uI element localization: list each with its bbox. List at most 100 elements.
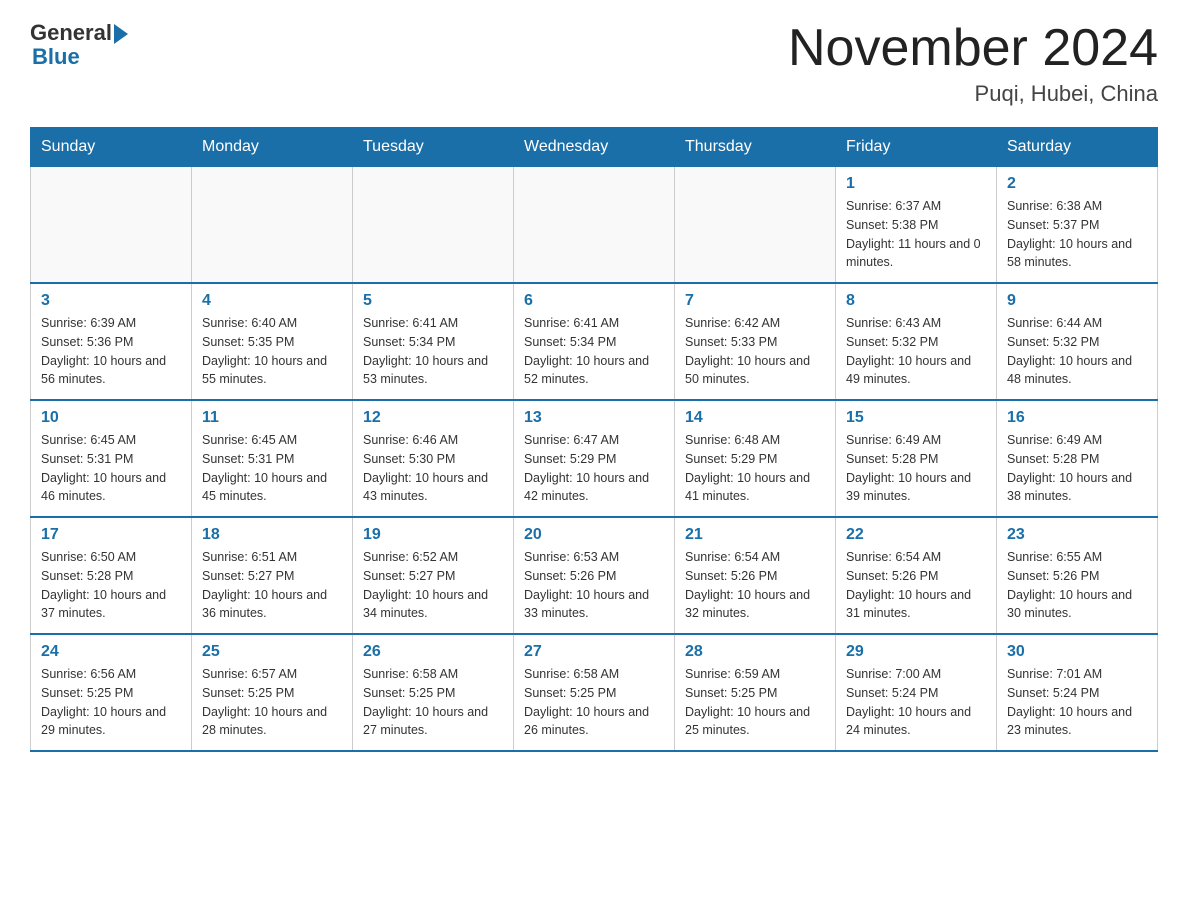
day-number: 17	[41, 526, 181, 544]
calendar-week-3: 10 Sunrise: 6:45 AM Sunset: 5:31 PM Dayli…	[31, 400, 1158, 517]
day-info: Sunrise: 6:46 AM Sunset: 5:30 PM Dayligh…	[363, 431, 503, 506]
calendar-header-tuesday: Tuesday	[353, 128, 514, 167]
calendar-header-thursday: Thursday	[675, 128, 836, 167]
logo-blue-text: Blue	[32, 44, 80, 70]
calendar-cell: 13 Sunrise: 6:47 AM Sunset: 5:29 PM Dayli…	[514, 400, 675, 517]
day-number: 24	[41, 643, 181, 661]
day-number: 29	[846, 643, 986, 661]
page-header: General Blue November 2024 Puqi, Hubei, …	[30, 20, 1158, 107]
calendar-cell	[31, 167, 192, 284]
day-info: Sunrise: 6:37 AM Sunset: 5:38 PM Dayligh…	[846, 197, 986, 272]
logo-arrow-icon	[114, 24, 128, 44]
calendar-cell: 15 Sunrise: 6:49 AM Sunset: 5:28 PM Dayli…	[836, 400, 997, 517]
calendar-week-2: 3Sunrise: 6:39 AM Sunset: 5:36 PM Daylig…	[31, 283, 1158, 400]
day-number: 26	[363, 643, 503, 661]
calendar-cell: 27 Sunrise: 6:58 AM Sunset: 5:25 PM Dayli…	[514, 634, 675, 751]
day-info: Sunrise: 6:49 AM Sunset: 5:28 PM Dayligh…	[846, 431, 986, 506]
day-number: 5	[363, 292, 503, 310]
calendar-cell: 6Sunrise: 6:41 AM Sunset: 5:34 PM Daylig…	[514, 283, 675, 400]
calendar-cell: 7Sunrise: 6:42 AM Sunset: 5:33 PM Daylig…	[675, 283, 836, 400]
day-number: 23	[1007, 526, 1147, 544]
calendar-cell	[192, 167, 353, 284]
day-info: Sunrise: 7:00 AM Sunset: 5:24 PM Dayligh…	[846, 665, 986, 740]
calendar-cell: 22 Sunrise: 6:54 AM Sunset: 5:26 PM Dayli…	[836, 517, 997, 634]
day-number: 7	[685, 292, 825, 310]
day-number: 25	[202, 643, 342, 661]
day-info: Sunrise: 6:45 AM Sunset: 5:31 PM Dayligh…	[41, 431, 181, 506]
calendar-header-friday: Friday	[836, 128, 997, 167]
calendar-header-wednesday: Wednesday	[514, 128, 675, 167]
day-info: Sunrise: 6:52 AM Sunset: 5:27 PM Dayligh…	[363, 548, 503, 623]
calendar-cell: 28 Sunrise: 6:59 AM Sunset: 5:25 PM Dayli…	[675, 634, 836, 751]
day-number: 27	[524, 643, 664, 661]
day-info: Sunrise: 6:51 AM Sunset: 5:27 PM Dayligh…	[202, 548, 342, 623]
day-number: 8	[846, 292, 986, 310]
calendar-cell: 29 Sunrise: 7:00 AM Sunset: 5:24 PM Dayli…	[836, 634, 997, 751]
calendar-cell: 23 Sunrise: 6:55 AM Sunset: 5:26 PM Dayli…	[997, 517, 1158, 634]
calendar-cell: 3Sunrise: 6:39 AM Sunset: 5:36 PM Daylig…	[31, 283, 192, 400]
calendar-cell	[514, 167, 675, 284]
day-info: Sunrise: 6:56 AM Sunset: 5:25 PM Dayligh…	[41, 665, 181, 740]
calendar-cell: 2 Sunrise: 6:38 AM Sunset: 5:37 PM Daylig…	[997, 167, 1158, 284]
day-number: 12	[363, 409, 503, 427]
day-number: 21	[685, 526, 825, 544]
calendar-cell: 24 Sunrise: 6:56 AM Sunset: 5:25 PM Dayli…	[31, 634, 192, 751]
title-section: November 2024 Puqi, Hubei, China	[788, 20, 1158, 107]
day-info: Sunrise: 6:58 AM Sunset: 5:25 PM Dayligh…	[524, 665, 664, 740]
day-number: 15	[846, 409, 986, 427]
day-info: Sunrise: 6:47 AM Sunset: 5:29 PM Dayligh…	[524, 431, 664, 506]
day-info: Sunrise: 6:50 AM Sunset: 5:28 PM Dayligh…	[41, 548, 181, 623]
calendar-cell: 21 Sunrise: 6:54 AM Sunset: 5:26 PM Dayli…	[675, 517, 836, 634]
day-number: 11	[202, 409, 342, 427]
day-number: 19	[363, 526, 503, 544]
day-number: 1	[846, 175, 986, 193]
calendar-cell: 14 Sunrise: 6:48 AM Sunset: 5:29 PM Dayli…	[675, 400, 836, 517]
calendar-cell: 9Sunrise: 6:44 AM Sunset: 5:32 PM Daylig…	[997, 283, 1158, 400]
calendar-header-sunday: Sunday	[31, 128, 192, 167]
day-number: 2	[1007, 175, 1147, 193]
day-number: 10	[41, 409, 181, 427]
day-number: 3	[41, 292, 181, 310]
day-info: Sunrise: 6:49 AM Sunset: 5:28 PM Dayligh…	[1007, 431, 1147, 506]
calendar-week-1: 1 Sunrise: 6:37 AM Sunset: 5:38 PM Daylig…	[31, 167, 1158, 284]
logo-general-text: General	[30, 20, 112, 46]
day-info: Sunrise: 6:48 AM Sunset: 5:29 PM Dayligh…	[685, 431, 825, 506]
calendar-cell: 18 Sunrise: 6:51 AM Sunset: 5:27 PM Dayli…	[192, 517, 353, 634]
day-info: Sunrise: 6:38 AM Sunset: 5:37 PM Dayligh…	[1007, 197, 1147, 272]
day-info: Sunrise: 6:59 AM Sunset: 5:25 PM Dayligh…	[685, 665, 825, 740]
calendar-cell: 30Sunrise: 7:01 AM Sunset: 5:24 PM Dayli…	[997, 634, 1158, 751]
calendar-cell: 20Sunrise: 6:53 AM Sunset: 5:26 PM Dayli…	[514, 517, 675, 634]
calendar-cell: 25 Sunrise: 6:57 AM Sunset: 5:25 PM Dayli…	[192, 634, 353, 751]
calendar-title: November 2024	[788, 20, 1158, 77]
day-number: 4	[202, 292, 342, 310]
calendar-cell: 4Sunrise: 6:40 AM Sunset: 5:35 PM Daylig…	[192, 283, 353, 400]
calendar-header-row: SundayMondayTuesdayWednesdayThursdayFrid…	[31, 128, 1158, 167]
day-info: Sunrise: 7:01 AM Sunset: 5:24 PM Dayligh…	[1007, 665, 1147, 740]
calendar-cell: 10 Sunrise: 6:45 AM Sunset: 5:31 PM Dayli…	[31, 400, 192, 517]
calendar-header-saturday: Saturday	[997, 128, 1158, 167]
calendar-subtitle: Puqi, Hubei, China	[788, 81, 1158, 107]
day-info: Sunrise: 6:55 AM Sunset: 5:26 PM Dayligh…	[1007, 548, 1147, 623]
calendar-cell: 8 Sunrise: 6:43 AM Sunset: 5:32 PM Daylig…	[836, 283, 997, 400]
day-number: 22	[846, 526, 986, 544]
calendar-cell: 11Sunrise: 6:45 AM Sunset: 5:31 PM Dayli…	[192, 400, 353, 517]
calendar-cell: 1 Sunrise: 6:37 AM Sunset: 5:38 PM Daylig…	[836, 167, 997, 284]
day-number: 14	[685, 409, 825, 427]
calendar-cell	[353, 167, 514, 284]
day-number: 20	[524, 526, 664, 544]
calendar-cell: 12 Sunrise: 6:46 AM Sunset: 5:30 PM Dayli…	[353, 400, 514, 517]
calendar-cell: 17 Sunrise: 6:50 AM Sunset: 5:28 PM Dayli…	[31, 517, 192, 634]
calendar-week-4: 17 Sunrise: 6:50 AM Sunset: 5:28 PM Dayli…	[31, 517, 1158, 634]
day-info: Sunrise: 6:44 AM Sunset: 5:32 PM Dayligh…	[1007, 314, 1147, 389]
day-number: 18	[202, 526, 342, 544]
calendar-cell: 16Sunrise: 6:49 AM Sunset: 5:28 PM Dayli…	[997, 400, 1158, 517]
day-number: 6	[524, 292, 664, 310]
day-info: Sunrise: 6:57 AM Sunset: 5:25 PM Dayligh…	[202, 665, 342, 740]
day-info: Sunrise: 6:54 AM Sunset: 5:26 PM Dayligh…	[846, 548, 986, 623]
calendar-cell: 26Sunrise: 6:58 AM Sunset: 5:25 PM Dayli…	[353, 634, 514, 751]
day-number: 28	[685, 643, 825, 661]
day-info: Sunrise: 6:43 AM Sunset: 5:32 PM Dayligh…	[846, 314, 986, 389]
day-number: 13	[524, 409, 664, 427]
day-info: Sunrise: 6:54 AM Sunset: 5:26 PM Dayligh…	[685, 548, 825, 623]
calendar-week-5: 24 Sunrise: 6:56 AM Sunset: 5:25 PM Dayli…	[31, 634, 1158, 751]
